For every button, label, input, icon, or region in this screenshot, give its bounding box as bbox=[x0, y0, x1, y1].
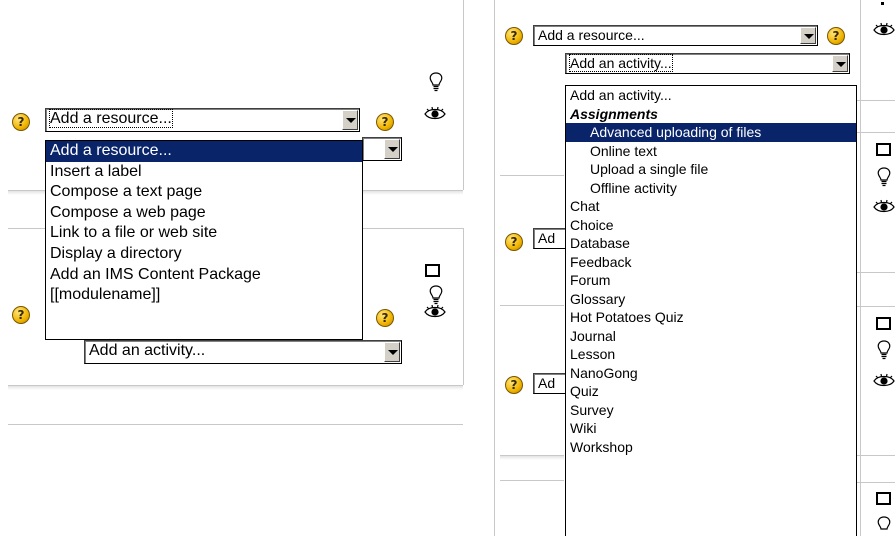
dropdown-option[interactable]: Online text bbox=[566, 142, 856, 161]
section-divider-shadow bbox=[500, 456, 564, 460]
column-divider bbox=[463, 228, 464, 385]
add-resource-select-value: Add a resource... bbox=[538, 27, 645, 43]
section-divider-shadow bbox=[8, 386, 463, 390]
add-resource-select-partial[interactable]: Ad bbox=[533, 228, 567, 249]
dropdown-option[interactable]: Add an IMS Content Package bbox=[46, 265, 362, 286]
dropdown-option[interactable]: Advanced uploading of files bbox=[566, 123, 856, 142]
help-icon[interactable]: ? bbox=[12, 306, 30, 324]
dropdown-option[interactable]: Glossary bbox=[566, 290, 856, 309]
lightbulb-icon[interactable] bbox=[876, 340, 892, 360]
section-divider bbox=[857, 482, 895, 483]
dropdown-option[interactable]: Choice bbox=[566, 216, 856, 235]
dropdown-option[interactable]: Survey bbox=[566, 401, 856, 420]
add-activity-select[interactable]: Add an activity... bbox=[565, 53, 850, 74]
lightbulb-icon[interactable] bbox=[428, 72, 444, 92]
dropdown-option[interactable]: Workshop bbox=[566, 438, 856, 457]
section-divider bbox=[857, 455, 895, 456]
section-divider bbox=[857, 132, 895, 133]
dropdown-option[interactable]: Hot Potatoes Quiz bbox=[566, 308, 856, 327]
section-divider bbox=[857, 100, 895, 101]
add-resource-select-partial-label: Ad bbox=[538, 375, 556, 391]
dropdown-option[interactable]: Compose a text page bbox=[46, 182, 362, 203]
chevron-down-icon[interactable] bbox=[342, 110, 358, 130]
dropdown-option[interactable]: Lesson bbox=[566, 345, 856, 364]
dropdown-option[interactable]: Link to a file or web site bbox=[46, 223, 362, 244]
add-resource-dropdown[interactable]: Add a resource... Insert a label Compose a… bbox=[45, 140, 363, 340]
dropdown-option[interactable]: Display a directory bbox=[46, 244, 362, 265]
add-resource-select[interactable]: Add a resource... bbox=[533, 25, 818, 46]
add-resource-select[interactable]: Add a resource... bbox=[45, 108, 360, 132]
section-divider bbox=[857, 272, 895, 273]
dropdown-option[interactable]: Quiz bbox=[566, 382, 856, 401]
dropdown-optgroup-label: Assignments bbox=[570, 105, 658, 122]
dropdown-option[interactable]: Forum bbox=[566, 271, 856, 290]
eye-icon[interactable] bbox=[424, 106, 446, 122]
eye-icon[interactable] bbox=[873, 22, 895, 38]
eye-icon[interactable] bbox=[424, 304, 446, 320]
add-resource-select-partial-label: Ad bbox=[538, 230, 556, 246]
dropdown-option[interactable]: Upload a single file bbox=[566, 160, 856, 179]
column-divider bbox=[494, 0, 495, 536]
section-divider bbox=[500, 480, 564, 481]
lightbulb-icon[interactable] bbox=[876, 167, 892, 187]
section-divider bbox=[857, 306, 895, 307]
help-icon[interactable]: ? bbox=[505, 233, 523, 251]
help-icon[interactable]: ? bbox=[827, 27, 845, 45]
checkbox-icon[interactable] bbox=[876, 492, 891, 505]
chevron-down-icon[interactable] bbox=[384, 139, 400, 159]
lightbulb-icon[interactable] bbox=[876, 516, 892, 536]
eye-icon[interactable] bbox=[873, 373, 895, 389]
chevron-down-icon[interactable] bbox=[384, 342, 400, 362]
icon-fragment bbox=[881, 2, 884, 5]
dropdown-option[interactable]: Journal bbox=[566, 327, 856, 346]
dropdown-option[interactable]: Feedback bbox=[566, 253, 856, 272]
add-activity-select[interactable]: Add an activity... bbox=[84, 340, 402, 364]
section-divider bbox=[8, 424, 463, 425]
checkbox-icon[interactable] bbox=[876, 317, 891, 330]
dropdown-option[interactable]: Chat bbox=[566, 197, 856, 216]
dropdown-option[interactable]: Wiki bbox=[566, 419, 856, 438]
help-icon[interactable]: ? bbox=[505, 27, 523, 45]
help-icon[interactable]: ? bbox=[376, 113, 394, 131]
checkbox-icon[interactable] bbox=[876, 143, 891, 156]
chevron-down-icon[interactable] bbox=[800, 27, 816, 44]
dropdown-option[interactable]: Offline activity bbox=[566, 179, 856, 198]
dropdown-option[interactable]: Insert a label bbox=[46, 162, 362, 183]
section-divider bbox=[500, 175, 564, 176]
add-resource-select-value: Add a resource... bbox=[49, 109, 173, 128]
section-divider bbox=[500, 305, 564, 306]
checkbox-icon[interactable] bbox=[425, 264, 440, 277]
dropdown-option[interactable]: [[modulename]] bbox=[46, 285, 362, 306]
chevron-down-icon[interactable] bbox=[832, 55, 848, 72]
help-icon[interactable]: ? bbox=[12, 113, 30, 131]
dropdown-option[interactable]: NanoGong bbox=[566, 364, 856, 383]
dropdown-option[interactable]: Database bbox=[566, 234, 856, 253]
add-activity-select-partial[interactable] bbox=[362, 137, 402, 161]
dropdown-option[interactable]: Compose a web page bbox=[46, 203, 362, 224]
dropdown-option[interactable]: Add an activity... bbox=[566, 86, 856, 105]
add-activity-select-value: Add an activity... bbox=[569, 54, 673, 72]
column-divider bbox=[463, 0, 464, 190]
eye-icon[interactable] bbox=[873, 199, 895, 215]
add-activity-dropdown[interactable]: Add an activity... Assignments Advanced up… bbox=[565, 85, 857, 536]
lightbulb-icon[interactable] bbox=[428, 285, 444, 305]
help-icon[interactable]: ? bbox=[505, 376, 523, 394]
help-icon[interactable]: ? bbox=[376, 309, 394, 327]
add-resource-select-partial[interactable]: Ad bbox=[533, 373, 567, 394]
add-activity-select-value: Add an activity... bbox=[89, 342, 206, 359]
dropdown-option[interactable]: Add a resource... bbox=[46, 141, 362, 162]
